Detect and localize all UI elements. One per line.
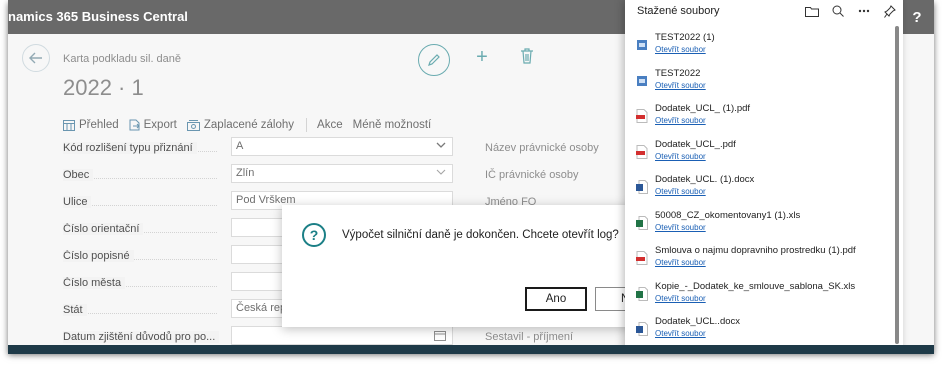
download-item[interactable]: TEST2022 Otevřít soubor — [625, 64, 891, 100]
open-file-link[interactable]: Otevřít soubor — [655, 294, 706, 303]
pdf-icon — [636, 144, 648, 159]
search-downloads-button[interactable] — [829, 3, 847, 19]
pdf-icon — [636, 251, 648, 265]
dialog-message: Výpočet silniční daně je dokončen. Chcet… — [342, 229, 619, 241]
bottom-bar — [8, 345, 934, 354]
open-file-link[interactable]: Otevřít soubor — [655, 223, 706, 232]
open-file-link[interactable]: Otevřít soubor — [655, 81, 706, 90]
download-file-name: Dodatek_UCL_ (1).pdf — [655, 103, 751, 114]
search-icon — [832, 5, 844, 17]
open-file-link[interactable]: Otevřít soubor — [655, 258, 706, 267]
open-folder-button[interactable] — [803, 3, 821, 19]
pdf-icon — [636, 109, 648, 123]
download-item[interactable]: Kopie_-_Dodatek_ke_smlouve_sablona_SK.xl… — [625, 277, 891, 313]
downloads-panel: Stažené soubory TEST2022 (1) Otevřít sou… — [625, 0, 903, 352]
download-file-name: TEST2022 (1) — [655, 32, 715, 43]
downloads-list: TEST2022 (1) Otevřít soubor TEST2022 Ote… — [625, 28, 891, 348]
download-file-name: TEST2022 — [655, 67, 701, 79]
downloads-scrollbar[interactable] — [895, 26, 899, 344]
word-icon — [636, 180, 648, 194]
download-file-name: Kopie_-_Dodatek_ke_smlouve_sablona_SK.xl… — [655, 280, 856, 292]
download-file-name: Dodatek_UCL..docx — [655, 316, 741, 327]
open-file-link[interactable]: Otevřít soubor — [655, 152, 706, 161]
download-item[interactable]: Dodatek_UCL_.pdf Otevřít soubor — [625, 135, 891, 171]
open-file-link[interactable]: Otevřít soubor — [655, 329, 706, 338]
pin-button[interactable] — [881, 3, 899, 19]
download-item[interactable]: Dodatek_UCL. (1).docx Otevřít soubor — [625, 170, 891, 206]
excel-icon — [636, 286, 648, 301]
download-item[interactable]: Dodatek_UCL_ (1).pdf Otevřít soubor — [625, 99, 891, 135]
question-icon: ? — [302, 223, 326, 247]
app-window: namics 365 Business Central ? Karta podk… — [8, 0, 934, 352]
download-file-name: Smlouva o najmu dopravniho prostredku (1… — [655, 245, 856, 256]
downloads-title: Stažené soubory — [637, 5, 720, 17]
open-file-link[interactable]: Otevřít soubor — [655, 116, 706, 125]
download-file-name: Dodatek_UCL. (1).docx — [655, 174, 755, 185]
confirm-dialog: ? Výpočet silniční daně je dokončen. Chc… — [282, 205, 655, 327]
word-icon — [636, 322, 648, 336]
download-item[interactable]: TEST2022 (1) Otevřít soubor — [625, 28, 891, 64]
open-file-link[interactable]: Otevřít soubor — [655, 45, 706, 54]
excel-icon — [636, 215, 648, 230]
open-file-link[interactable]: Otevřít soubor — [655, 187, 706, 196]
pin-icon — [884, 4, 896, 18]
field-label: Datum zjištění důvodů pro po... — [63, 331, 223, 343]
downloads-toolbar — [803, 3, 907, 19]
download-file-name: Dodatek_UCL_.pdf — [655, 138, 736, 150]
more-options-button[interactable] — [855, 3, 873, 19]
more-icon — [858, 9, 870, 13]
package-icon — [637, 40, 647, 50]
download-item[interactable]: Dodatek_UCL..docx Otevřít soubor — [625, 312, 891, 348]
yes-button[interactable]: Ano — [525, 287, 587, 311]
download-item[interactable]: Smlouva o najmu dopravniho prostredku (1… — [625, 241, 891, 277]
folder-icon — [805, 6, 819, 17]
download-file-name: 50008_CZ_okomentovany1 (1).xls — [655, 209, 801, 221]
package-icon — [637, 75, 647, 86]
download-item[interactable]: 50008_CZ_okomentovany1 (1).xls Otevřít s… — [625, 206, 891, 242]
